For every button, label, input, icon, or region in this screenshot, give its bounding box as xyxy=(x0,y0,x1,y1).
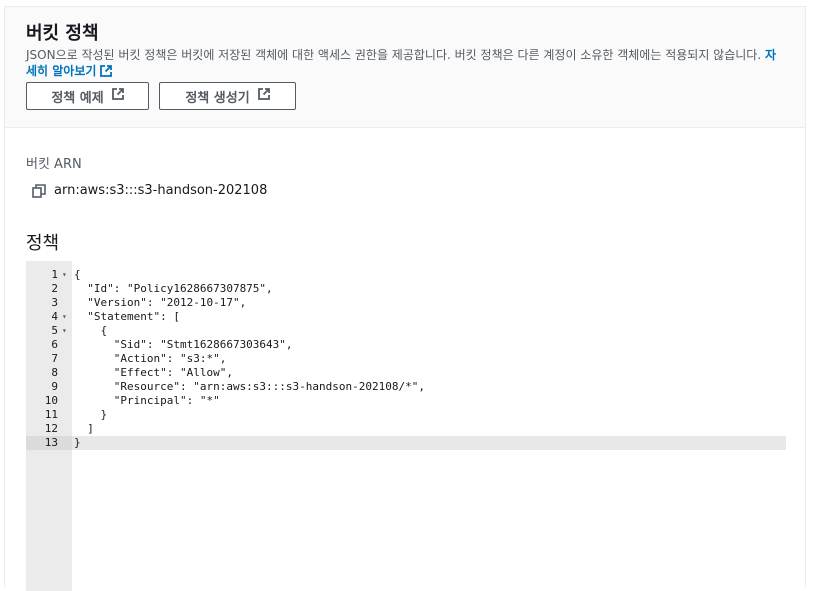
external-link-icon xyxy=(100,65,113,81)
fold-toggle-icon[interactable]: ▾ xyxy=(62,324,72,338)
panel-description: JSON으로 작성된 버킷 정책은 버킷에 저장된 객체에 대한 액세스 권한을… xyxy=(26,47,786,81)
code-text: "Action": "s3:*", xyxy=(74,352,227,365)
panel-header: 버킷 정책 JSON으로 작성된 버킷 정책은 버킷에 저장된 객체에 대한 액… xyxy=(5,7,805,128)
external-link-icon xyxy=(257,88,270,104)
editor-line[interactable]: 6 "Sid": "Stmt1628667303643", xyxy=(26,338,786,352)
code-text: { xyxy=(74,268,81,281)
editor-line[interactable]: 1 ▾{ xyxy=(26,268,786,282)
code-text: { xyxy=(74,324,108,337)
policy-examples-label: 정책 예제 xyxy=(51,90,104,106)
panel-title: 버킷 정책 xyxy=(26,23,99,44)
editor-line[interactable]: 5 ▾ { xyxy=(26,324,786,338)
code-text: "Resource": "arn:aws:s3:::s3-handson-202… xyxy=(74,380,425,393)
policy-editor[interactable]: 1 ▾{2 "Id": "Policy1628667307875", 3 "Vers… xyxy=(26,261,786,591)
line-number: 8 xyxy=(51,366,58,379)
line-number: 12 xyxy=(44,422,58,435)
code-text: "Statement": [ xyxy=(74,310,180,323)
code-text: "Sid": "Stmt1628667303643", xyxy=(74,338,293,351)
editor-line[interactable]: 13} xyxy=(26,436,786,450)
code-text: "Effect": "Allow", xyxy=(74,366,233,379)
editor-line[interactable]: 9 "Resource": "arn:aws:s3:::s3-handson-2… xyxy=(26,380,786,394)
bucket-arn-value: arn:aws:s3:::s3-handson-202108 xyxy=(54,183,268,198)
line-number: 6 xyxy=(51,338,58,351)
external-link-icon xyxy=(111,88,124,104)
copy-icon[interactable] xyxy=(32,183,46,198)
bucket-arn-label: 버킷 ARN xyxy=(26,157,82,172)
editor-line[interactable]: 10 "Principal": "*" xyxy=(26,394,786,408)
editor-line[interactable]: 12 ] xyxy=(26,422,786,436)
policy-generator-label: 정책 생성기 xyxy=(185,90,250,106)
editor-line[interactable]: 3 "Version": "2012-10-17", xyxy=(26,296,786,310)
fold-toggle-icon[interactable]: ▾ xyxy=(62,268,72,282)
line-number: 9 xyxy=(51,380,58,393)
line-number: 11 xyxy=(44,408,58,421)
editor-line[interactable]: 4 ▾ "Statement": [ xyxy=(26,310,786,324)
description-text: JSON으로 작성된 버킷 정책은 버킷에 저장된 객체에 대한 액세스 권한을… xyxy=(26,48,762,62)
bucket-policy-panel: 버킷 정책 JSON으로 작성된 버킷 정책은 버킷에 저장된 객체에 대한 액… xyxy=(4,6,806,591)
bucket-arn-row: arn:aws:s3:::s3-handson-202108 xyxy=(32,183,267,198)
policy-generator-button[interactable]: 정책 생성기 xyxy=(159,82,296,110)
line-number: 10 xyxy=(44,394,58,407)
line-number: 7 xyxy=(51,352,58,365)
editor-line[interactable]: 11 } xyxy=(26,408,786,422)
code-text: } xyxy=(74,408,108,421)
code-text: "Id": "Policy1628667307875", xyxy=(74,282,273,295)
line-number: 13 xyxy=(26,436,72,450)
policy-examples-button[interactable]: 정책 예제 xyxy=(26,82,149,110)
code-text: "Version": "2012-10-17", xyxy=(74,296,247,309)
line-number: 3 xyxy=(51,296,58,309)
editor-line[interactable]: 7 "Action": "s3:*", xyxy=(26,352,786,366)
code-text: ] xyxy=(74,422,94,435)
fold-toggle-icon[interactable]: ▾ xyxy=(62,310,72,324)
code-text: } xyxy=(72,436,786,450)
editor-line[interactable]: 8 "Effect": "Allow", xyxy=(26,366,786,380)
line-number: 2 xyxy=(51,282,58,295)
editor-line[interactable]: 2 "Id": "Policy1628667307875", xyxy=(26,282,786,296)
policy-label: 정책 xyxy=(26,233,60,254)
code-text: "Principal": "*" xyxy=(74,394,220,407)
